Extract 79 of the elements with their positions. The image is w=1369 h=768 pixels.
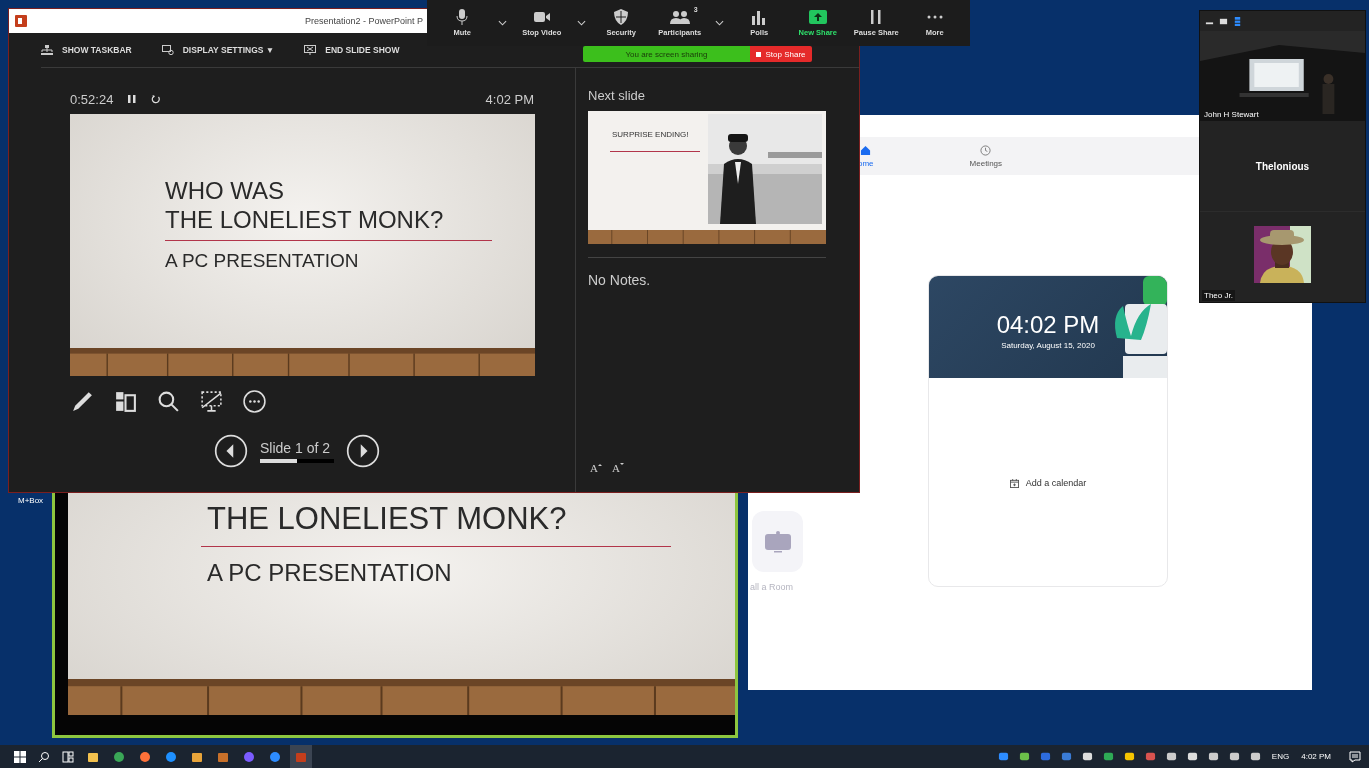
- tray-icon[interactable]: [1102, 751, 1114, 762]
- decrease-font-button[interactable]: A: [611, 462, 624, 474]
- pen-icon[interactable]: [70, 389, 95, 414]
- taskbar-icon: [41, 45, 53, 55]
- list-view-icon[interactable]: [1233, 16, 1242, 26]
- clock-time: 04:02 PM: [996, 310, 1100, 339]
- tray-icon[interactable]: [1186, 751, 1198, 762]
- pause-icon[interactable]: [127, 94, 138, 104]
- toolbar-button[interactable]: END SLIDE SHOW: [304, 45, 400, 55]
- slide-title: THE LONELIEST MONK?: [207, 501, 568, 537]
- home-icon: [860, 144, 872, 156]
- app-logo-icon: [15, 15, 27, 27]
- end-show-icon: [304, 45, 317, 55]
- toolbar-button[interactable]: SHOW TASKBAR: [41, 45, 132, 55]
- sharing-status: You are screen sharing: [583, 46, 750, 62]
- clock-time[interactable]: 4:02 PM: [1301, 752, 1331, 761]
- toolbar-button[interactable]: DISPLAY SETTINGS ▼: [161, 45, 275, 55]
- square-icon[interactable]: [1219, 16, 1228, 26]
- next-slide-heading: Next slide: [588, 88, 647, 103]
- participant-name: Theo Jr.: [1202, 290, 1235, 301]
- nav-tab[interactable]: Meetings: [969, 144, 1003, 168]
- screen-off-icon[interactable]: [199, 389, 224, 414]
- slide-counter: Slide 1 of 2: [260, 439, 332, 456]
- tray-icon[interactable]: [1207, 751, 1219, 762]
- clock-time: 4:02 PM: [485, 91, 534, 107]
- more-icon[interactable]: [242, 389, 267, 414]
- restart-icon[interactable]: [151, 94, 162, 104]
- app-icon[interactable]: [269, 750, 281, 763]
- app-icon[interactable]: [87, 750, 99, 763]
- tray-icon[interactable]: [1228, 751, 1240, 762]
- date-text: Saturday, August 15, 2020: [1001, 340, 1095, 350]
- slide-title: THE LONELIEST MONK?: [165, 205, 445, 234]
- camera-icon: [533, 9, 550, 25]
- app-icon[interactable]: [217, 750, 229, 763]
- app-icon[interactable]: [113, 750, 125, 763]
- app-icon[interactable]: [139, 750, 151, 763]
- desktop-icon-label[interactable]: M+Box: [18, 496, 44, 505]
- bar-chart-icon: [751, 9, 768, 25]
- slides-grid-icon[interactable]: [113, 389, 138, 414]
- caret-icon[interactable]: [577, 20, 586, 26]
- notifications-icon[interactable]: [1349, 750, 1361, 763]
- caret-icon[interactable]: [497, 20, 507, 26]
- shield-icon: [613, 9, 630, 25]
- app-icon[interactable]: [165, 750, 177, 763]
- zoom-icon[interactable]: [156, 389, 181, 414]
- notes-text: No Notes.: [588, 272, 652, 288]
- tray-icon[interactable]: [1018, 751, 1030, 762]
- clock-icon: [980, 144, 992, 156]
- search-icon[interactable]: [38, 750, 50, 763]
- tray-icon[interactable]: [1249, 751, 1261, 762]
- calendar-icon: [1009, 478, 1019, 488]
- room-label: all a Room: [750, 582, 794, 592]
- tray-icon[interactable]: [1165, 751, 1177, 762]
- language-indicator[interactable]: ENG: [1271, 752, 1290, 761]
- tray-icon[interactable]: [1123, 751, 1135, 762]
- task-view-icon[interactable]: [62, 750, 74, 763]
- slide-title: WHO WAS: [165, 176, 286, 205]
- caret-icon[interactable]: [715, 20, 724, 26]
- tray-icon[interactable]: [997, 751, 1009, 762]
- window-title: Presentation2 - PowerPoint P: [304, 16, 423, 26]
- people-icon: [669, 9, 690, 25]
- participant-name: John H Stewart: [1202, 109, 1261, 120]
- share-icon: [807, 9, 828, 25]
- participant-name: Thelonious: [1255, 160, 1310, 172]
- next-slide-icon[interactable]: [346, 434, 380, 468]
- increase-font-button[interactable]: A: [590, 462, 602, 474]
- slide-subtitle: A PC PRESENTATION: [207, 559, 453, 587]
- add-calendar-button[interactable]: Add a calendar: [1009, 478, 1087, 488]
- microphone-icon: [454, 9, 471, 25]
- elapsed-timer: 0:52:24: [70, 91, 114, 107]
- display-settings-icon: [161, 45, 174, 55]
- slide-title: SURPRISE ENDING!: [612, 130, 689, 139]
- tray-icon[interactable]: [1081, 751, 1093, 762]
- stop-share-button[interactable]: Stop Share: [750, 46, 812, 62]
- previous-slide-icon[interactable]: [214, 434, 248, 468]
- app-icon[interactable]: [191, 750, 203, 763]
- slide-subtitle: A PC PRESENTATION: [165, 250, 360, 272]
- monitor-icon: [762, 529, 793, 554]
- windows-icon[interactable]: [14, 750, 26, 763]
